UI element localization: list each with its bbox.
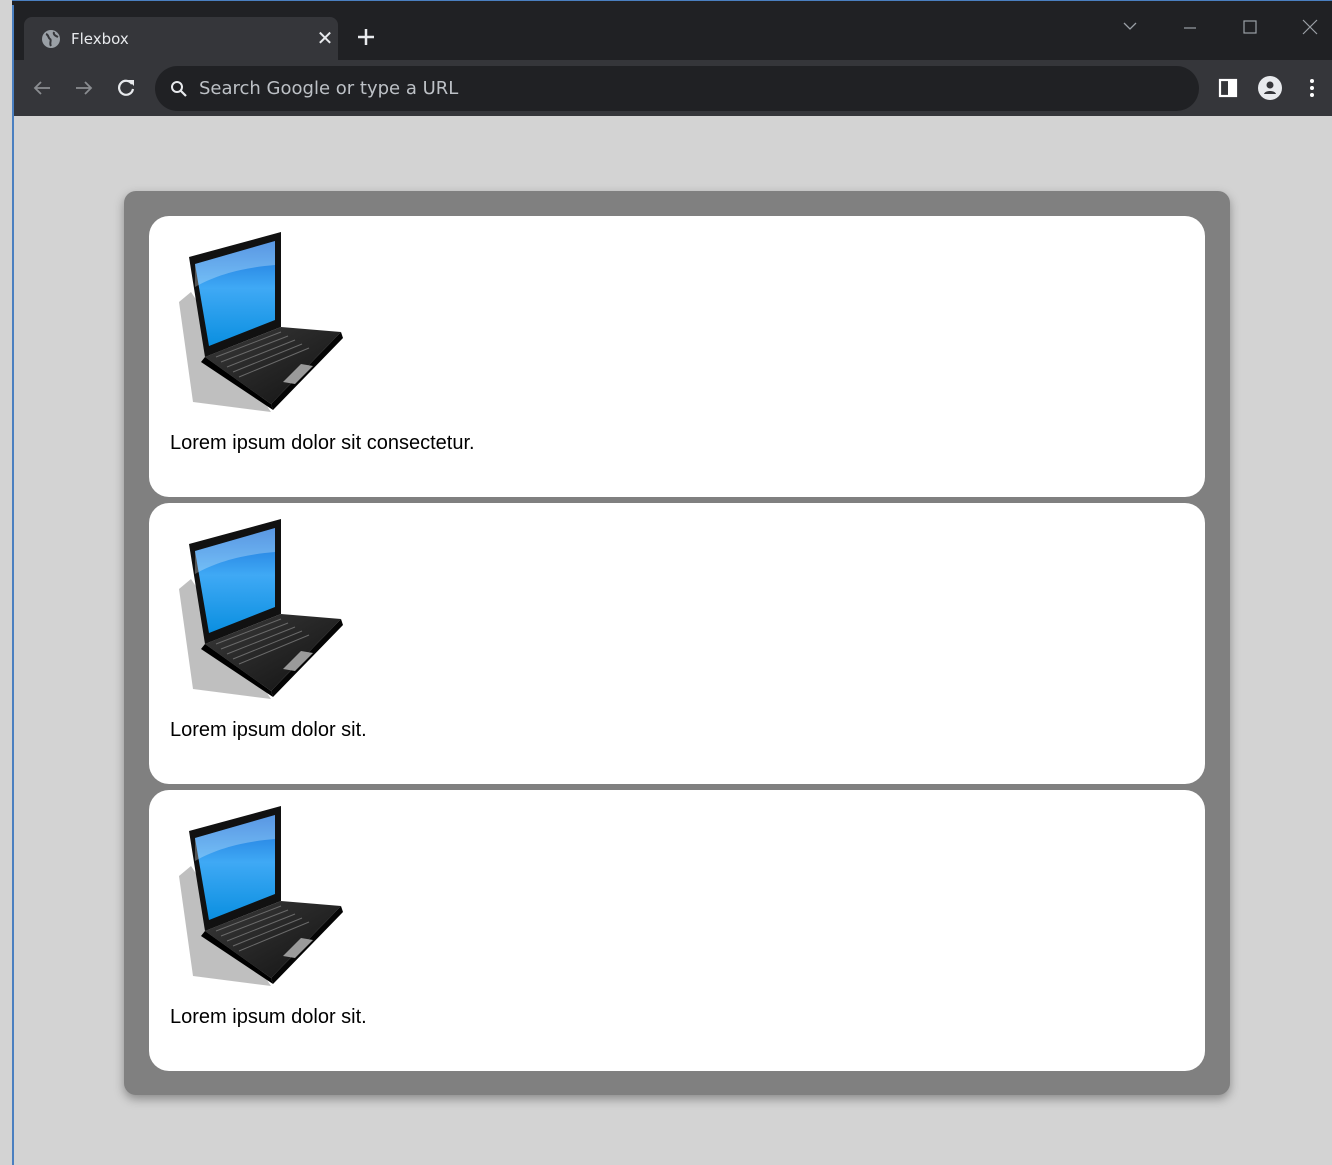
card-text: Lorem ipsum dolor sit. xyxy=(170,1006,367,1028)
card: Lorem ipsum dolor sit. xyxy=(149,790,1205,1071)
more-menu-icon[interactable] xyxy=(1300,76,1324,100)
tab-flexbox[interactable]: Flexbox ✕ xyxy=(24,17,338,60)
laptop-image xyxy=(171,232,351,412)
reload-icon[interactable] xyxy=(114,76,138,100)
card-text: Lorem ipsum dolor sit. xyxy=(170,719,367,741)
tab-search-chevron-icon[interactable] xyxy=(1110,13,1150,43)
back-arrow-icon[interactable] xyxy=(30,76,54,100)
browser-toolbar xyxy=(14,60,1332,116)
forward-arrow-icon[interactable] xyxy=(72,76,96,100)
address-bar[interactable] xyxy=(155,66,1199,111)
maximize-icon[interactable] xyxy=(1230,13,1270,43)
card: Lorem ipsum dolor sit. xyxy=(149,503,1205,784)
page-viewport: Lorem ipsum dolor sit consectetur. Lorem… xyxy=(14,116,1332,1165)
search-icon xyxy=(171,81,187,97)
profile-avatar-icon[interactable] xyxy=(1258,76,1282,100)
new-tab-icon[interactable] xyxy=(354,25,378,49)
browser-window: Flexbox ✕ Search Google or type a URL Lo… xyxy=(0,0,1332,1165)
search-input[interactable] xyxy=(199,66,1179,111)
laptop-image xyxy=(171,806,351,986)
side-panel-icon[interactable] xyxy=(1216,76,1240,100)
card-text: Lorem ipsum dolor sit consectetur. xyxy=(170,432,475,454)
card: Lorem ipsum dolor sit consectetur. xyxy=(149,216,1205,497)
minimize-icon[interactable] xyxy=(1170,13,1210,43)
globe-icon xyxy=(42,30,60,48)
tab-title: Flexbox xyxy=(71,30,129,48)
flex-container: Lorem ipsum dolor sit consectetur. Lorem… xyxy=(124,191,1230,1095)
close-window-icon[interactable] xyxy=(1290,13,1330,43)
tab-close-icon[interactable]: ✕ xyxy=(316,28,334,48)
laptop-image xyxy=(171,519,351,699)
title-bar: Flexbox ✕ xyxy=(14,5,1332,60)
